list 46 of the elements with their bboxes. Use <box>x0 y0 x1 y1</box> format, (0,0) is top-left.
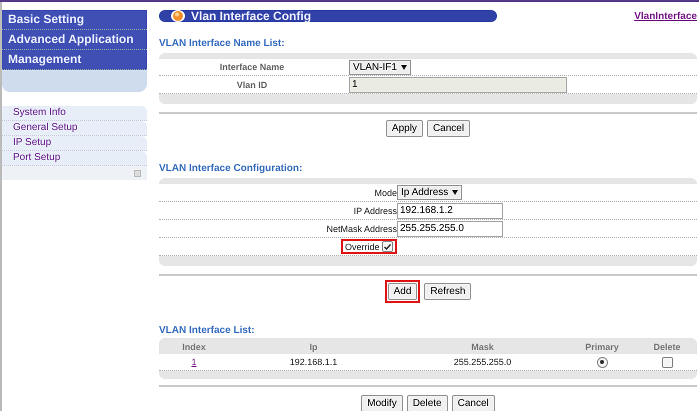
section-heading: VLAN Interface Configuration: <box>159 163 304 174</box>
caret-icon <box>400 64 407 70</box>
submenu-item[interactable]: System Info <box>2 106 147 121</box>
action-button[interactable]: Cancel <box>452 395 495 411</box>
submenu-item[interactable]: IP Setup <box>2 136 147 151</box>
action-button[interactable]: Delete <box>406 395 448 411</box>
page-title: Vlan Interface Config <box>191 9 312 23</box>
field-label: Interface Name <box>218 62 286 72</box>
vlan-id-field[interactable]: 1 <box>349 76 567 92</box>
action-button[interactable]: Apply <box>386 120 423 137</box>
field-label: Override <box>345 242 380 252</box>
menu-item[interactable]: Management <box>2 50 147 70</box>
ip-address-field[interactable]: 192.168.1.2 <box>397 202 503 218</box>
mode-select[interactable]: Ip Address <box>397 185 462 200</box>
action-button[interactable]: Modify <box>361 395 403 411</box>
interface-select[interactable]: VLAN-IF1 <box>349 60 411 74</box>
field-label: Mode <box>373 188 397 198</box>
section-heading: VLAN Interface Name List: <box>159 38 286 49</box>
column-header: Delete <box>652 342 682 352</box>
caret-icon <box>452 190 458 195</box>
field-label: IP Address <box>352 206 397 216</box>
column-header: Mask <box>470 342 495 352</box>
override-checkbox[interactable] <box>382 241 393 252</box>
netmask-field[interactable]: 255.255.255.0 <box>397 220 503 236</box>
menu-item[interactable]: Basic Setting <box>2 10 147 30</box>
table-cell-text: 255.255.255.0 <box>452 357 512 367</box>
delete-checkbox[interactable] <box>662 356 672 368</box>
menu-item[interactable]: Advanced Application <box>2 30 147 50</box>
section-heading: VLAN Interface List: <box>159 325 256 336</box>
field-label: NetMask Address <box>325 224 397 234</box>
action-button[interactable]: Cancel <box>426 120 470 137</box>
column-header: Ip <box>308 342 318 352</box>
primary-radio[interactable] <box>596 356 608 368</box>
orb-icon <box>171 10 185 22</box>
action-button[interactable]: Refresh <box>424 283 472 300</box>
resize-icon <box>134 170 141 176</box>
action-button[interactable]: Add <box>388 283 418 300</box>
check-icon <box>384 244 391 250</box>
breadcrumb-link[interactable]: VlanInterface <box>634 10 697 22</box>
submenu-item[interactable]: Port Setup <box>2 151 147 166</box>
index-link[interactable]: 1 <box>191 357 196 367</box>
column-header: Index <box>181 342 207 352</box>
column-header: Primary <box>584 342 620 352</box>
table-cell-text: 192.168.1.1 <box>288 357 338 367</box>
submenu-item[interactable]: General Setup <box>2 121 147 136</box>
field-label: Vlan ID <box>236 80 268 90</box>
